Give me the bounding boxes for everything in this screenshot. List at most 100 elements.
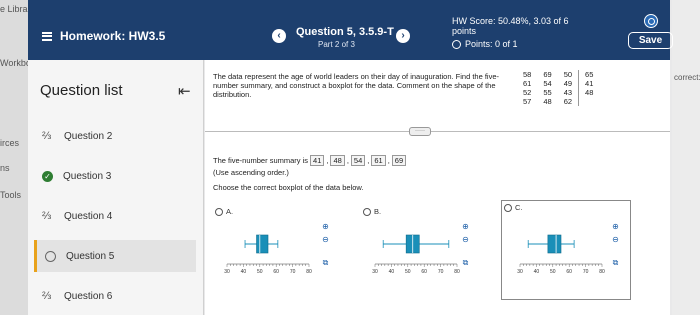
zoom-out-icon[interactable]: ⊖: [461, 235, 470, 244]
answer-box[interactable]: 41: [310, 155, 325, 166]
partial-credit-icon: ⅔: [42, 290, 52, 302]
data-cell: [578, 97, 600, 106]
option-b[interactable]: B.: [363, 207, 381, 216]
open-graph-icon[interactable]: ⧉: [611, 258, 620, 267]
zoom-out-icon[interactable]: ⊖: [321, 235, 330, 244]
save-button[interactable]: Save: [628, 32, 673, 49]
option-label: B.: [374, 207, 382, 216]
previous-question-button[interactable]: ‹: [272, 29, 286, 43]
answer-box[interactable]: 69: [391, 155, 407, 166]
settings-icon[interactable]: [644, 14, 658, 28]
box: [547, 234, 562, 254]
background-label: Tools: [0, 190, 22, 200]
data-cell: 55: [543, 88, 552, 97]
data-cell: 57: [523, 97, 532, 106]
question-label: Question 6: [64, 290, 113, 302]
background-label: e Librar: [0, 4, 31, 14]
zoom-in-icon[interactable]: ⊕: [611, 222, 620, 231]
question-label: Question 2: [64, 130, 113, 142]
radio-button[interactable]: [504, 203, 512, 212]
question-list-item[interactable]: ⅔ Question 4: [34, 202, 196, 230]
tick-label: 50: [257, 269, 263, 275]
partial-credit-icon: ⅔: [42, 130, 52, 142]
zoom-out-icon[interactable]: ⊖: [611, 235, 620, 244]
question-list-item[interactable]: ⅔ Question 2: [34, 122, 196, 150]
tick-label: 30: [517, 269, 523, 275]
five-number-summary: The five-number summary is 41, 48, 54, 6…: [213, 155, 407, 166]
data-cell: 58: [523, 70, 532, 79]
section-divider: [205, 131, 670, 132]
question-part: Part 2 of 3: [318, 40, 355, 49]
tick-label: 40: [389, 269, 395, 275]
data-row: 57 48 62: [517, 97, 600, 106]
tick-label: 80: [306, 269, 312, 275]
open-graph-icon[interactable]: ⧉: [321, 258, 330, 267]
check-icon: ✓: [42, 170, 53, 182]
data-row: 58 69 50 65: [517, 70, 600, 79]
tick-label: 70: [583, 269, 589, 275]
zoom-in-icon[interactable]: ⊕: [461, 222, 470, 231]
question-list-item[interactable]: ✓ Question 3: [34, 162, 196, 190]
data-cell: 52: [523, 88, 532, 97]
question-label: Question 5: [66, 250, 115, 262]
data-table: 58 69 50 65 61 54 49 41 52 55 43 48 57 48 62: [517, 70, 600, 106]
data-cell: 49: [563, 79, 573, 88]
menu-icon[interactable]: [42, 31, 52, 41]
tick-label: 80: [599, 269, 605, 275]
background-label: irces: [0, 138, 20, 148]
tick-label: 70: [290, 269, 296, 275]
score-line-2: points: [452, 26, 477, 36]
answer-box[interactable]: 61: [371, 155, 386, 166]
tick-label: 80: [454, 269, 460, 275]
option-c[interactable]: C.: [504, 203, 523, 212]
hw-score: HW Score: 50.48%, 3.03 of 6 points Point…: [452, 16, 612, 49]
next-question-button[interactable]: ›: [396, 29, 410, 43]
question-content: The data represent the age of world lead…: [205, 60, 670, 315]
points-circle-icon: [452, 39, 461, 49]
question-label: Question 4: [64, 210, 113, 222]
problem-statement: The data represent the age of world lead…: [213, 72, 500, 99]
data-cell: 48: [578, 88, 600, 97]
homework-menu[interactable]: Homework: HW3.5: [42, 29, 165, 43]
open-graph-icon[interactable]: ⧉: [461, 258, 470, 267]
zoom-in-icon[interactable]: ⊕: [321, 222, 330, 231]
radio-button[interactable]: [363, 207, 371, 216]
option-label: A.: [226, 207, 234, 216]
background-label: ns: [0, 163, 10, 173]
question-list-item-current[interactable]: Question 5: [34, 240, 196, 272]
unanswered-circle-icon: [45, 250, 56, 262]
graph-tools: ⊕ ⊖ ⧉: [611, 222, 620, 267]
boxplot-option-a: 30 40 50 60 70 80: [224, 234, 312, 275]
instruction-text: Choose the correct boxplot of the data b…: [213, 183, 364, 192]
data-cell: 41: [578, 79, 600, 88]
collapse-panel-icon[interactable]: ⇤: [178, 82, 191, 100]
question-list-item[interactable]: ⅔ Question 6: [34, 282, 196, 310]
hint-text: (Use ascending order.): [213, 168, 289, 177]
tick-label: 30: [372, 269, 378, 275]
five-number-prefix: The five-number summary is: [213, 156, 309, 165]
data-cell: 65: [578, 70, 600, 79]
answer-box[interactable]: 48: [330, 155, 345, 166]
data-row: 61 54 49 41: [517, 79, 600, 88]
score-line: HW Score: 50.48%, 3.03 of 6: [452, 16, 569, 26]
background-correct-label: correct: 1: [674, 73, 700, 82]
tick-label: 70: [438, 269, 444, 275]
box: [256, 234, 269, 254]
option-a[interactable]: A.: [215, 207, 233, 216]
points-text: Points: 0 of 1: [465, 39, 518, 49]
tick-label: 60: [273, 269, 279, 275]
answer-box[interactable]: 54: [350, 155, 366, 166]
radio-button[interactable]: [215, 207, 223, 216]
question-list-panel: Question list ⇤ ⅔ Question 2 ✓ Question …: [28, 60, 204, 315]
option-label: C.: [515, 203, 523, 212]
data-cell: 54: [543, 79, 552, 88]
data-cell: 48: [543, 97, 552, 106]
expand-more-button[interactable]: ·····: [409, 127, 431, 136]
points-indicator: Points: 0 of 1: [452, 39, 612, 49]
tick-label: 40: [534, 269, 540, 275]
tick-label: 60: [566, 269, 572, 275]
tick-label: 50: [550, 269, 556, 275]
data-cell: 62: [563, 97, 573, 106]
partial-credit-icon: ⅔: [42, 210, 52, 222]
question-list-title: Question list: [40, 82, 123, 99]
